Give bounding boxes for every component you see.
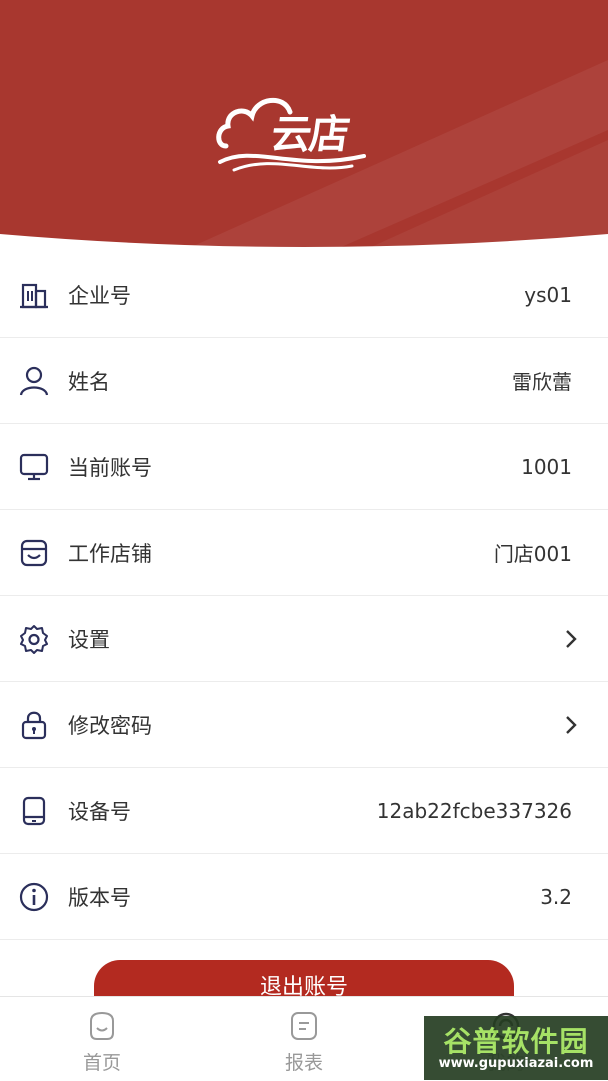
row-current-account: 当前账号 1001 [0, 424, 608, 510]
row-value: 3.2 [540, 884, 572, 909]
row-label: 当前账号 [68, 455, 152, 480]
monitor-icon [19, 453, 49, 481]
device-icon [22, 796, 46, 826]
store-icon [20, 539, 48, 567]
report-icon [291, 1012, 317, 1040]
row-label: 版本号 [68, 885, 131, 910]
chevron-right-icon [566, 716, 577, 734]
row-value: ys01 [524, 282, 572, 307]
watermark-title: 谷普软件园 [443, 1025, 589, 1058]
row-device-id: 设备号 12ab22fcbe337326 [0, 768, 608, 854]
profile-list: 企业号 ys01 姓名 雷欣蕾 当前账号 1001 工作店铺 门店001 设置 … [0, 252, 608, 940]
row-label: 设备号 [68, 799, 131, 824]
building-icon [20, 283, 48, 309]
tab-reports[interactable]: 报表 [264, 1005, 344, 1075]
chevron-right-icon [566, 630, 577, 648]
tab-label: 报表 [284, 1052, 323, 1074]
row-enterprise-id: 企业号 ys01 [0, 252, 608, 338]
app-logo: 云店 [214, 88, 394, 172]
lock-icon [21, 711, 47, 740]
site-watermark: 谷普软件园 www.gupuxiazai.com [424, 1016, 608, 1080]
row-work-store: 工作店铺 门店001 [0, 510, 608, 596]
info-icon [19, 882, 49, 912]
user-icon [19, 366, 49, 396]
profile-header: 云店 [0, 0, 608, 252]
row-value: 1001 [521, 454, 572, 479]
gear-icon [20, 625, 48, 654]
tab-home[interactable]: 首页 [62, 1005, 142, 1075]
tab-label: 首页 [82, 1052, 121, 1074]
watermark-url: www.gupuxiazai.com [438, 1056, 594, 1071]
row-change-password[interactable]: 修改密码 [0, 682, 608, 768]
row-name: 姓名 雷欣蕾 [0, 338, 608, 424]
row-version: 版本号 3.2 [0, 854, 608, 940]
header-curve [0, 234, 608, 252]
row-value: 门店001 [493, 542, 572, 566]
row-label: 修改密码 [68, 713, 152, 738]
home-face-icon [90, 1011, 114, 1040]
row-value: 雷欣蕾 [512, 370, 572, 394]
row-label: 姓名 [68, 369, 110, 394]
logo-text: 云店 [268, 111, 351, 158]
row-settings[interactable]: 设置 [0, 596, 608, 682]
row-value: 12ab22fcbe337326 [376, 798, 572, 823]
row-label: 企业号 [68, 283, 131, 308]
row-label: 工作店铺 [68, 541, 152, 566]
row-label: 设置 [68, 627, 110, 652]
